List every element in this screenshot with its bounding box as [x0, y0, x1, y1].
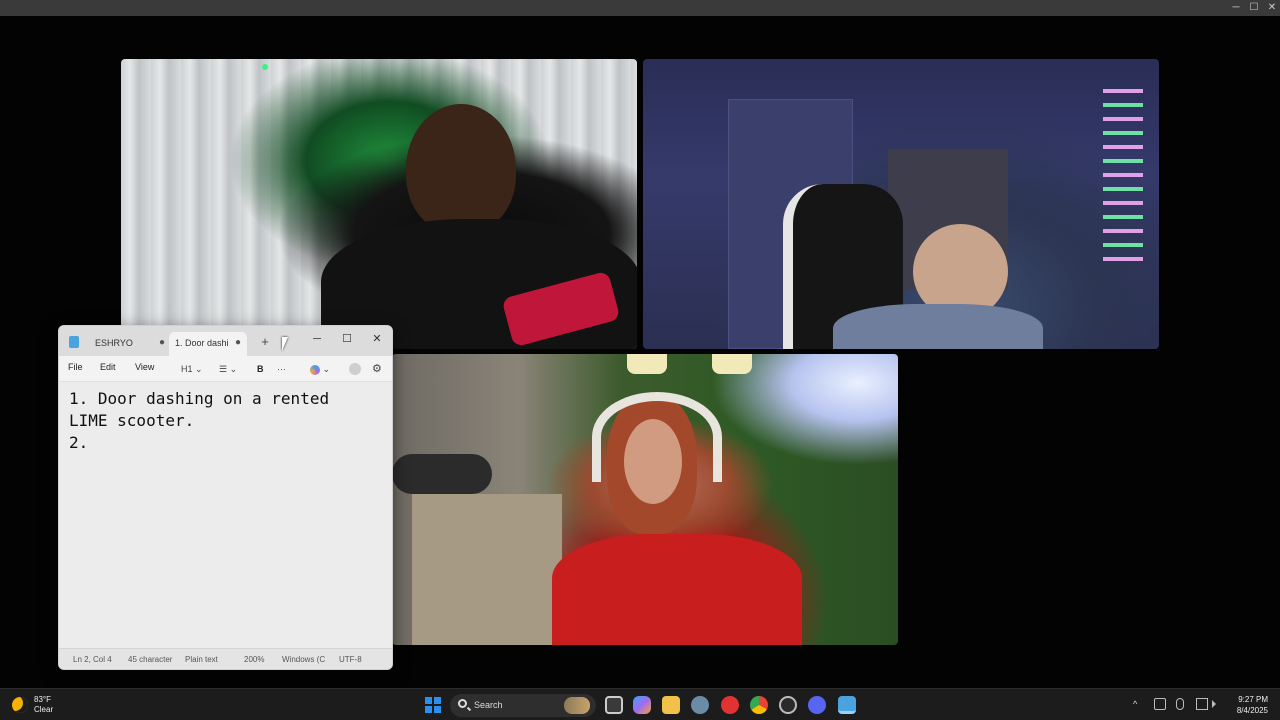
list-dropdown[interactable]: ☰ ⌄ [219, 361, 237, 377]
participant-body [833, 304, 1043, 349]
clock-date[interactable]: 8/4/2025 [1228, 706, 1268, 715]
taskbar-search[interactable]: Search [450, 694, 596, 717]
media-player-icon[interactable] [721, 696, 739, 714]
microphone-icon[interactable] [1176, 698, 1184, 710]
copilot-chevron: ⌄ [322, 364, 331, 374]
zoom-level[interactable]: 200% [244, 655, 264, 664]
copilot-icon [310, 364, 320, 375]
light-dot [262, 64, 268, 70]
video-tile-participant-1 [121, 59, 637, 349]
task-view-icon[interactable] [605, 696, 623, 714]
settings-gear-icon[interactable]: ⚙ [372, 361, 382, 377]
settings-icon[interactable] [691, 696, 709, 714]
mouse-cursor-icon [282, 337, 288, 351]
menu-file[interactable]: File [68, 362, 83, 372]
menu-edit[interactable]: Edit [100, 362, 116, 372]
video-tile-participant-3 [392, 354, 898, 645]
windows-start-icon[interactable] [425, 697, 441, 713]
weather-desc: Clear [34, 705, 54, 714]
participant-shirt [552, 534, 802, 645]
text-format: Plain text [185, 655, 218, 664]
bold-button[interactable]: B [257, 361, 264, 377]
account-icon[interactable] [349, 363, 361, 375]
chrome-icon[interactable] [750, 696, 768, 714]
notepad-statusbar: Ln 2, Col 4 45 character Plain text 200%… [59, 648, 392, 669]
tab-label: ESHRYO [95, 338, 133, 348]
host-minimize-button[interactable]: ─ [1226, 0, 1246, 16]
screen: ─ ☐ ✕ ESHRYO ● 1. Door dashi ● + ─ ☐ ✕ F… [0, 0, 1280, 720]
hex-light [627, 354, 667, 374]
minimize-button[interactable]: ─ [307, 330, 327, 348]
video-tile-participant-2 [643, 59, 1159, 349]
unsaved-dot-icon[interactable]: ● [159, 332, 165, 354]
discord-icon[interactable] [808, 696, 826, 714]
headphones [592, 392, 722, 482]
network-icon[interactable] [1196, 698, 1208, 710]
copilot-icon[interactable] [633, 696, 651, 714]
cardboard-box [412, 494, 562, 645]
notepad-menubar: File Edit View H1 ⌄ ☰ ⌄ B ··· ⌄ ⚙ [59, 356, 392, 382]
heading-dropdown[interactable]: H1 ⌄ [181, 361, 203, 377]
participant-head [406, 104, 516, 234]
weather-temp: 83°F [34, 695, 51, 704]
notepad-taskbar-icon[interactable] [838, 696, 856, 714]
github-icon[interactable] [779, 696, 797, 714]
text-line: LIME scooter. [69, 411, 195, 430]
taskbar: 83°F Clear Search ^ 9:27 PM 8/4/2025 [0, 688, 1280, 720]
more-options-button[interactable]: ··· [277, 361, 286, 377]
tab-door-dashi[interactable]: 1. Door dashi ● [169, 332, 247, 356]
hex-light [712, 354, 752, 374]
string-lights [1103, 89, 1143, 269]
onedrive-icon[interactable] [1154, 698, 1166, 710]
text-line: 1. Door dashing on a rented [69, 389, 330, 408]
volume-icon[interactable] [1212, 700, 1216, 708]
unsaved-dot-icon[interactable]: ● [235, 332, 241, 354]
copilot-button[interactable]: ⌄ [310, 361, 330, 377]
encoding: UTF-8 [339, 655, 362, 664]
notepad-app-icon [69, 336, 79, 348]
moon-icon [12, 697, 28, 713]
cursor-position: Ln 2, Col 4 [73, 655, 112, 664]
maximize-button[interactable]: ☐ [337, 330, 357, 348]
notepad-text-area[interactable]: 1. Door dashing on a rented LIME scooter… [59, 382, 392, 648]
host-close-button[interactable]: ✕ [1262, 0, 1280, 16]
notepad-window[interactable]: ESHRYO ● 1. Door dashi ● + ─ ☐ ✕ File Ed… [58, 325, 393, 670]
tray-overflow-chevron-icon[interactable]: ^ [1133, 699, 1137, 709]
host-maximize-button[interactable]: ☐ [1244, 0, 1264, 16]
host-window-titlebar: ─ ☐ ✕ [0, 0, 1280, 16]
new-tab-button[interactable]: + [257, 334, 273, 350]
character-count: 45 character [128, 655, 173, 664]
text-line: 2. [69, 433, 89, 452]
line-ending: Windows (C [282, 655, 326, 664]
file-explorer-icon[interactable] [662, 696, 680, 714]
tab-label: 1. Door dashi [175, 338, 229, 348]
menu-view[interactable]: View [135, 362, 154, 372]
notepad-titlebar[interactable]: ESHRYO ● 1. Door dashi ● + ─ ☐ ✕ [59, 326, 392, 356]
clock-time[interactable]: 9:27 PM [1228, 695, 1268, 704]
search-label: Search [474, 700, 503, 710]
microphone [392, 454, 492, 494]
close-button[interactable]: ✕ [367, 330, 387, 348]
search-icon [458, 699, 467, 708]
search-highlight-image [564, 697, 590, 714]
